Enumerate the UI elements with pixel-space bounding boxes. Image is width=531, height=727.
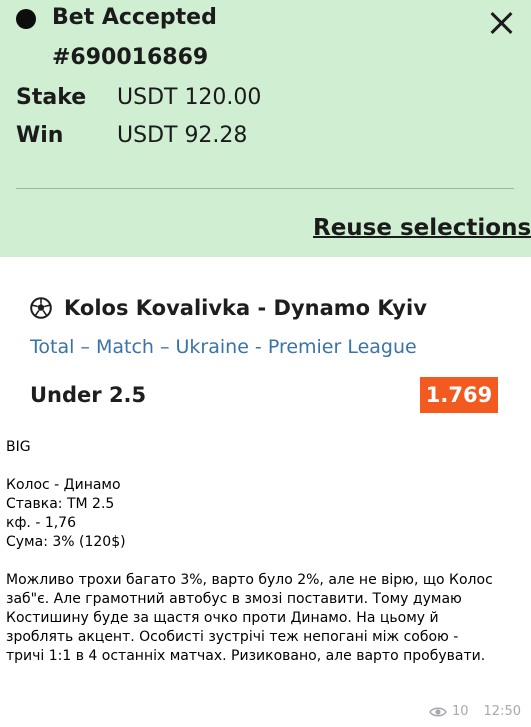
bet-id: #690016869 — [52, 45, 209, 70]
odds-badge: 1.769 — [420, 377, 498, 413]
message-line: Сума: 3% (120$) — [6, 534, 126, 550]
message-time: 12:50 — [483, 704, 521, 719]
status-dot-icon — [16, 9, 36, 29]
message-line: тричі 1:1 в 4 останніх матчах. Ризикован… — [6, 648, 486, 664]
message-line: Можливо трохи багато 3%, варто було 2%, … — [6, 572, 493, 588]
message-meta: 10 12:50 — [429, 704, 521, 720]
reuse-selections-link[interactable]: Reuse selections — [313, 213, 531, 243]
win-value: USDT 92.28 — [117, 123, 248, 148]
divider — [16, 188, 514, 189]
message-line: BIG — [6, 439, 31, 455]
soccer-ball-icon — [30, 297, 52, 319]
message-text: BIG Колос - Динамо Ставка: ТМ 2.5 кф. - … — [6, 438, 526, 666]
stake-value: USDT 120.00 — [117, 85, 262, 110]
message-line: зроблять акцент. Особисті зустрічі теж н… — [6, 629, 459, 645]
views-count: 10 — [451, 704, 469, 719]
eye-icon — [429, 707, 447, 717]
market-line: Total – Match – Ukraine - Premier League — [30, 336, 417, 358]
message-line: Ставка: ТМ 2.5 — [6, 496, 115, 512]
close-icon[interactable] — [486, 8, 516, 38]
bet-receipt: Bet Accepted #690016869 Stake USDT 120.0… — [0, 0, 531, 257]
message-line: заб"є. Але грамотний автобус в змозі пос… — [6, 591, 462, 607]
win-label: Win — [16, 123, 64, 148]
status-title: Bet Accepted — [52, 5, 217, 30]
stake-label: Stake — [16, 85, 87, 110]
message-line: Костишину буде за щастя очко проти Динам… — [6, 610, 439, 626]
selection-card: Kolos Kovalivka - Dynamo Kyiv Total – Ma… — [0, 257, 531, 427]
outcome-label: Under 2.5 — [30, 383, 147, 407]
match-title: Kolos Kovalivka - Dynamo Kyiv — [64, 296, 427, 320]
message-line: кф. - 1,76 — [6, 515, 76, 531]
message-line: Колос - Динамо — [6, 477, 121, 493]
